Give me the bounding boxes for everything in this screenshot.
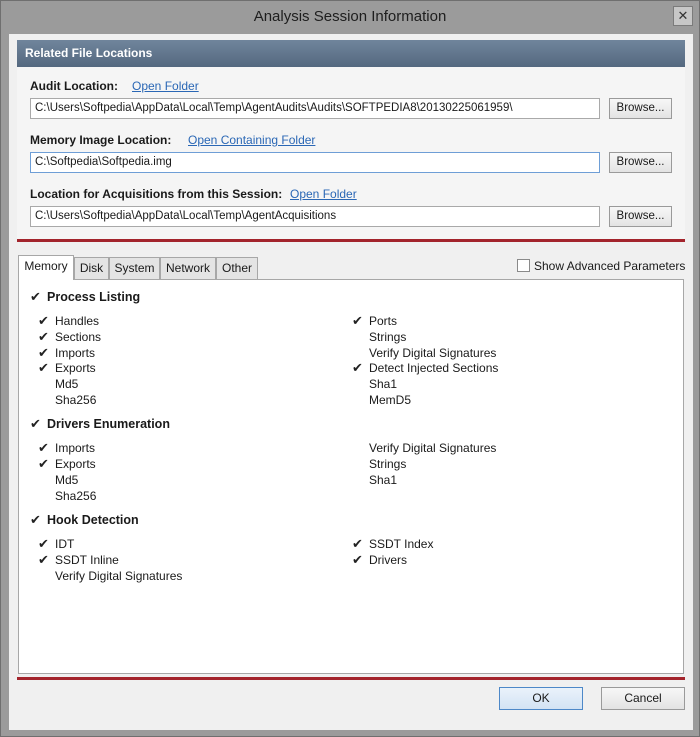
tab-other[interactable]: Other: [216, 257, 258, 279]
analysis-session-dialog: Analysis Session Information ✕ Related F…: [0, 0, 700, 737]
show-advanced-parameters-checkbox[interactable]: Show Advanced Parameters: [517, 259, 685, 273]
check-icon[interactable]: ✔: [38, 360, 50, 376]
memory-open-containing-folder-link[interactable]: Open Containing Folder: [188, 133, 315, 147]
divider: [17, 677, 685, 680]
process-listing-title[interactable]: Process Listing: [47, 290, 140, 304]
option-sha256[interactable]: Sha256: [55, 489, 96, 503]
cancel-button[interactable]: Cancel: [601, 687, 685, 710]
check-icon[interactable]: ✔: [38, 345, 50, 361]
option-idt[interactable]: IDT: [55, 537, 74, 551]
check-icon[interactable]: ✔: [352, 552, 364, 568]
check-icon[interactable]: ✔: [38, 329, 50, 345]
option-sha1[interactable]: Sha1: [369, 473, 397, 487]
option-ssdt-inline[interactable]: SSDT Inline: [55, 553, 119, 567]
option-strings[interactable]: Strings: [369, 330, 406, 344]
check-icon[interactable]: ✔: [38, 552, 50, 568]
check-icon[interactable]: ✔: [352, 536, 364, 552]
option-md5[interactable]: Md5: [55, 473, 78, 487]
acquisitions-open-folder-link[interactable]: Open Folder: [290, 187, 357, 201]
window-title: Analysis Session Information: [253, 8, 447, 25]
option-memd5[interactable]: MemD5: [369, 393, 411, 407]
memory-image-location-label: Memory Image Location:: [30, 133, 172, 147]
check-icon[interactable]: ✔: [352, 313, 364, 329]
option-detect-injected-sections[interactable]: Detect Injected Sections: [369, 361, 498, 375]
related-file-locations-header: Related File Locations: [17, 40, 685, 67]
memory-tab-panel: ✔ Process Listing ✔ Handles ✔ Sections ✔…: [18, 279, 684, 674]
option-sections[interactable]: Sections: [55, 330, 101, 344]
checkbox-box[interactable]: [517, 259, 530, 272]
audit-location-field[interactable]: C:\Users\Softpedia\AppData\Local\Temp\Ag…: [30, 98, 600, 119]
audit-location-label: Audit Location:: [30, 79, 118, 93]
dialog-client-area: Related File Locations Audit Location: O…: [9, 34, 693, 730]
acquisitions-location-label: Location for Acquisitions from this Sess…: [30, 187, 283, 201]
tab-system[interactable]: System: [109, 257, 160, 279]
option-drivers[interactable]: Drivers: [369, 553, 407, 567]
drivers-enumeration-title[interactable]: Drivers Enumeration: [47, 417, 170, 431]
option-ssdt-index[interactable]: SSDT Index: [369, 537, 433, 551]
option-sha256[interactable]: Sha256: [55, 393, 96, 407]
close-icon[interactable]: ✕: [673, 6, 693, 26]
option-handles[interactable]: Handles: [55, 314, 99, 328]
option-imports[interactable]: Imports: [55, 346, 95, 360]
tab-network[interactable]: Network: [160, 257, 216, 279]
option-ports[interactable]: Ports: [369, 314, 397, 328]
hook-detection-check-icon[interactable]: ✔: [30, 512, 42, 528]
check-icon[interactable]: ✔: [38, 313, 50, 329]
acquisitions-browse-button[interactable]: Browse...: [609, 206, 672, 227]
process-listing-check-icon[interactable]: ✔: [30, 289, 42, 305]
option-strings[interactable]: Strings: [369, 457, 406, 471]
check-icon[interactable]: ✔: [352, 360, 364, 376]
tab-disk[interactable]: Disk: [74, 257, 109, 279]
acquisitions-location-field[interactable]: C:\Users\Softpedia\AppData\Local\Temp\Ag…: [30, 206, 600, 227]
check-icon[interactable]: ✔: [38, 536, 50, 552]
check-icon[interactable]: ✔: [38, 456, 50, 472]
option-verify-digital-signatures[interactable]: Verify Digital Signatures: [55, 569, 182, 583]
option-verify-digital-signatures[interactable]: Verify Digital Signatures: [369, 346, 496, 360]
locations-panel: Audit Location: Open Folder C:\Users\Sof…: [17, 67, 685, 242]
option-md5[interactable]: Md5: [55, 377, 78, 391]
hook-detection-title[interactable]: Hook Detection: [47, 513, 139, 527]
check-icon[interactable]: ✔: [38, 440, 50, 456]
audit-browse-button[interactable]: Browse...: [609, 98, 672, 119]
ok-button[interactable]: OK: [499, 687, 583, 710]
drivers-enumeration-check-icon[interactable]: ✔: [30, 416, 42, 432]
option-exports[interactable]: Exports: [55, 457, 96, 471]
audit-open-folder-link[interactable]: Open Folder: [132, 79, 199, 93]
option-exports[interactable]: Exports: [55, 361, 96, 375]
tab-memory[interactable]: Memory: [18, 255, 74, 280]
option-imports[interactable]: Imports: [55, 441, 95, 455]
option-verify-digital-signatures[interactable]: Verify Digital Signatures: [369, 441, 496, 455]
memory-image-location-field[interactable]: C:\Softpedia\Softpedia.img: [30, 152, 600, 173]
show-advanced-parameters-label: Show Advanced Parameters: [534, 259, 686, 273]
memory-browse-button[interactable]: Browse...: [609, 152, 672, 173]
option-sha1[interactable]: Sha1: [369, 377, 397, 391]
